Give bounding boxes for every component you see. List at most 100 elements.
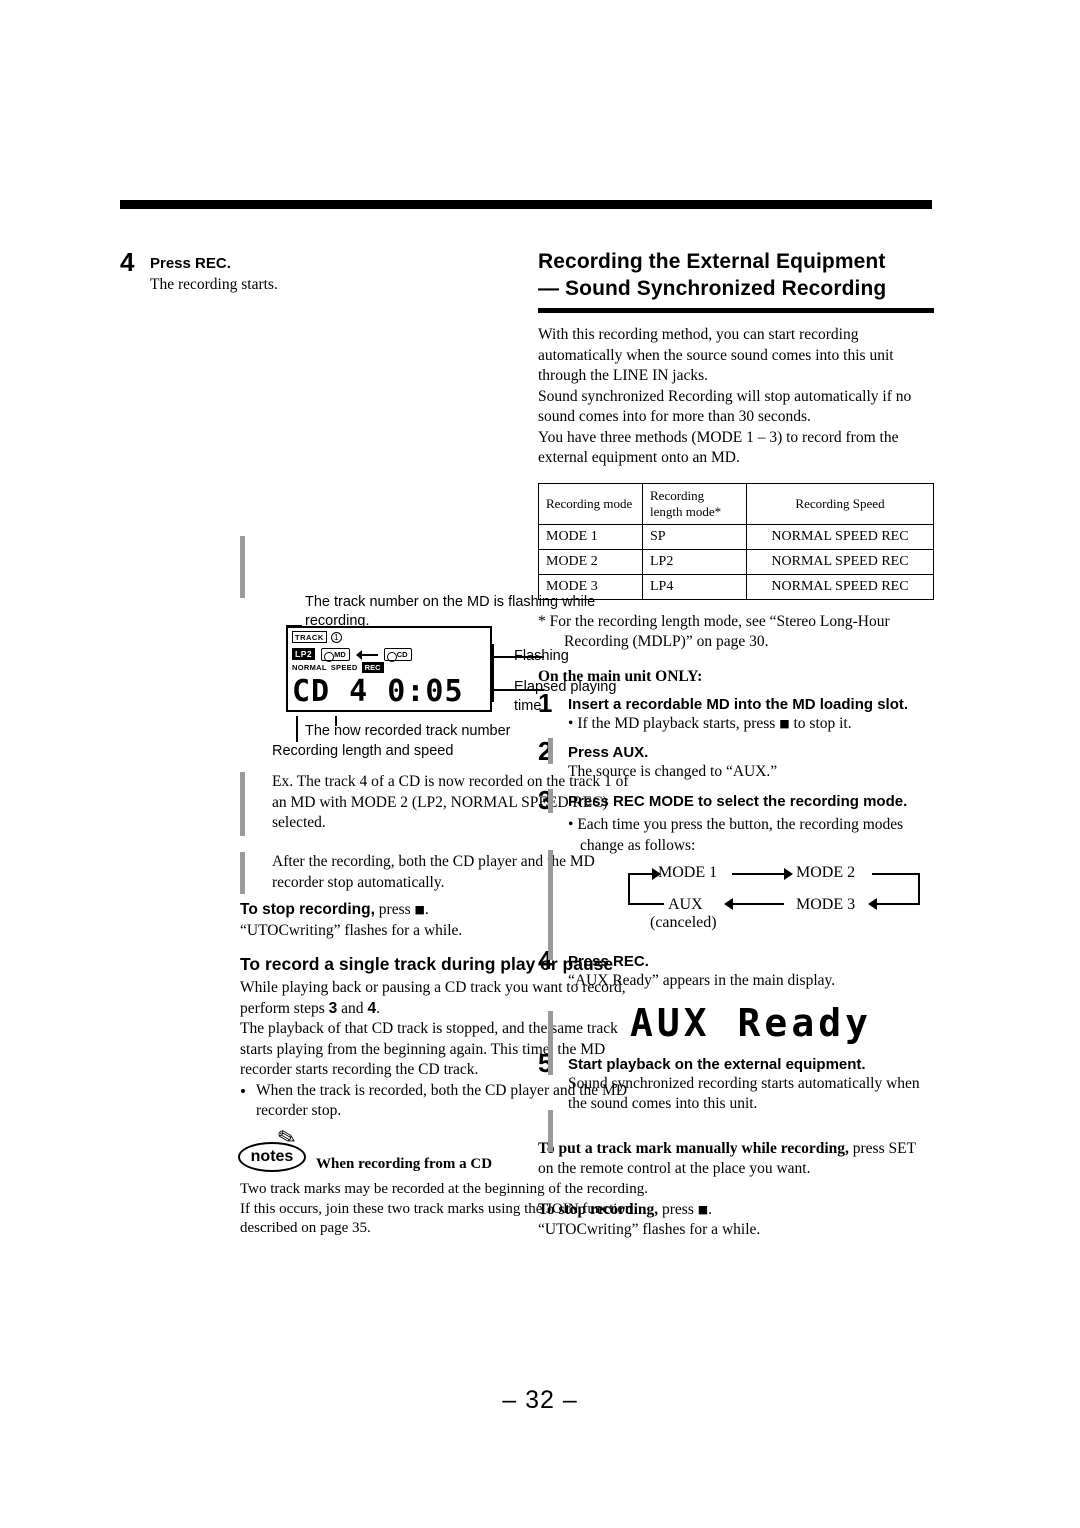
table-cell: NORMAL SPEED REC	[746, 523, 934, 550]
step-tick-bar	[240, 536, 245, 598]
page-number: – 32 –	[502, 1386, 578, 1414]
step-body: The source is changed to “AUX.”	[568, 762, 778, 780]
single-p1-step-3: 3	[328, 999, 338, 1017]
step-body: Sound synchronized recording starts auto…	[568, 1074, 920, 1113]
stop-square-icon: ■	[697, 1202, 709, 1216]
right-column: Recording the External Equipment — Sound…	[538, 248, 934, 1241]
right-step-3: 3 Press REC MODE to select the recording…	[538, 787, 934, 942]
step-heading: Press REC.	[568, 953, 649, 970]
stop-recording-rest: press	[378, 901, 411, 918]
md-display-illustration: TRACK 1 LP2 MD CD NORMAL SPEED REC CD 4 …	[286, 626, 544, 716]
table-row: MODE 2 LP2 NORMAL SPEED REC	[538, 548, 934, 575]
flow-arrow-shaft	[628, 873, 630, 905]
arrow-left-icon	[355, 649, 378, 660]
stop-period: .	[424, 901, 429, 918]
step1-bullet-b: to stop it.	[793, 715, 852, 732]
table-header-cell: Recording mode	[538, 482, 643, 525]
table-footnote: * For the recording length mode, see “St…	[538, 612, 890, 651]
after-tick-bar	[240, 852, 245, 894]
single-p1-b: and	[341, 999, 364, 1017]
intro-paragraph-3: You have three methods (MODE 1 – 3) to r…	[538, 428, 899, 467]
step3-bullet: Each time you press the button, the reco…	[577, 816, 904, 854]
speed-label: SPEED	[330, 663, 358, 672]
track-mark-label: To put a track mark manually while recor…	[538, 1139, 849, 1157]
header-text: Recording length mode*	[650, 487, 722, 519]
section-rule	[538, 308, 934, 313]
left-column: 4 Press REC. The recording starts. The t…	[120, 248, 648, 1236]
flow-label-aux: AUX	[668, 896, 703, 913]
main-unit-only-label: On the main unit ONLY:	[538, 667, 703, 685]
step3-tick-bar	[548, 850, 553, 960]
step-heading: Press REC.	[150, 255, 231, 272]
table-row: MODE 1 SP NORMAL SPEED REC	[538, 523, 934, 550]
table-row: MODE 3 LP4 NORMAL SPEED REC	[538, 573, 934, 600]
md-indicator: MD	[321, 647, 350, 662]
manual-page: 4 Press REC. The recording starts. The t…	[0, 0, 1080, 1528]
display-panel: TRACK 1 LP2 MD CD NORMAL SPEED REC CD 4 …	[286, 626, 492, 712]
table-cell: NORMAL SPEED REC	[746, 548, 934, 575]
stop-recording-label: To stop recording,	[240, 901, 375, 918]
single-p1-c: .	[376, 999, 380, 1017]
stop-square-icon: ■	[414, 903, 425, 916]
flow-arrow-head-right-icon	[784, 868, 793, 880]
table-cell: MODE 3	[538, 573, 643, 600]
flow-arrow-shaft	[628, 873, 654, 875]
page-title-line-1: Recording the External Equipment	[538, 250, 886, 273]
rec-label: REC	[361, 662, 384, 673]
leader-bracket-right	[492, 644, 494, 702]
step-heading: Insert a recordable MD into the MD loadi…	[568, 696, 909, 713]
aux-ready-display: AUX Ready	[568, 1000, 934, 1045]
stop-recording-line: To stop recording, press ■.	[538, 1200, 934, 1221]
right-step-5: 5 Start playback on the external equipme…	[538, 1050, 934, 1115]
recording-mode-flow-diagram: MODE 1 MODE 2 AUX (canceled) MODE 3	[610, 864, 940, 942]
table-cell: MODE 2	[538, 548, 643, 575]
utoc-text: “UTOCwriting” flashes for a while.	[538, 1221, 761, 1238]
flow-arrow-head-left-icon	[868, 898, 877, 910]
step-body: • If the MD playback starts, press ■ to …	[568, 715, 852, 732]
step1-bullet-a: If the MD playback starts, press	[577, 715, 776, 732]
flow-label-mode2: MODE 2	[796, 864, 856, 881]
flow-label-mode3: MODE 3	[796, 896, 856, 913]
step-number: 4	[120, 247, 135, 277]
table-header-row: Recording mode Recording length mode* Re…	[538, 482, 934, 525]
notes-badge: ✎ notes	[238, 1124, 312, 1172]
flow-arrow-shaft	[872, 873, 920, 875]
flow-label-canceled: (canceled)	[650, 914, 717, 931]
intro-paragraph-2: Sound synchronized Recording will stop a…	[538, 387, 912, 426]
leader-length-speed	[296, 716, 298, 742]
display-main-text-area: CD 4 0:05	[292, 674, 490, 710]
step-body: • Each time you press the button, the re…	[568, 816, 904, 854]
flow-arrow-shaft	[732, 873, 784, 875]
display-track-row: TRACK 1	[292, 631, 342, 643]
notes-label: notes	[238, 1142, 306, 1172]
step-body: The recording starts.	[150, 276, 278, 293]
flow-arrow-head-left-icon	[724, 898, 733, 910]
step-number: 1	[538, 688, 553, 718]
header-text: Recording mode	[546, 495, 633, 511]
top-rule	[120, 200, 932, 209]
page-title-line-2: — Sound Synchronized Recording	[538, 277, 887, 300]
step-heading: Start playback on the external equipment…	[568, 1055, 866, 1073]
callout-recording-length-speed: Recording length and speed	[272, 743, 454, 759]
step2-tick-bar	[548, 789, 553, 813]
flow-arrow-shaft	[628, 903, 664, 905]
right-step-1: 1 Insert a recordable MD into the MD loa…	[538, 690, 934, 735]
stop-recording-label: To stop recording,	[538, 1200, 659, 1218]
right-step-2: 2 Press AUX. The source is changed to “A…	[538, 738, 934, 783]
right-step-4: 4 Press REC. “AUX Ready” appears in the …	[538, 947, 934, 1045]
stop-recording-rest: press	[662, 1200, 694, 1218]
table-cell: LP2	[642, 548, 747, 575]
flow-arrow-shaft	[918, 873, 920, 905]
table-header-cell: Recording length mode*	[642, 482, 747, 525]
track-mark-paragraph: To put a track mark manually while recor…	[538, 1139, 934, 1180]
step5-tick-bar	[548, 1110, 553, 1152]
left-step-4: 4 Press REC. The recording starts.	[120, 249, 520, 296]
page-title: Recording the External Equipment — Sound…	[538, 248, 934, 302]
step4-tick-bar	[548, 1011, 553, 1075]
stop-square-icon: ■	[779, 717, 790, 730]
lp2-indicator: LP2	[292, 648, 316, 660]
display-speed-row: NORMAL SPEED REC	[292, 662, 384, 673]
table-header-cell: Recording Speed	[746, 482, 934, 525]
flow-arrow-shaft	[732, 903, 784, 905]
stop-period: .	[708, 1200, 713, 1218]
